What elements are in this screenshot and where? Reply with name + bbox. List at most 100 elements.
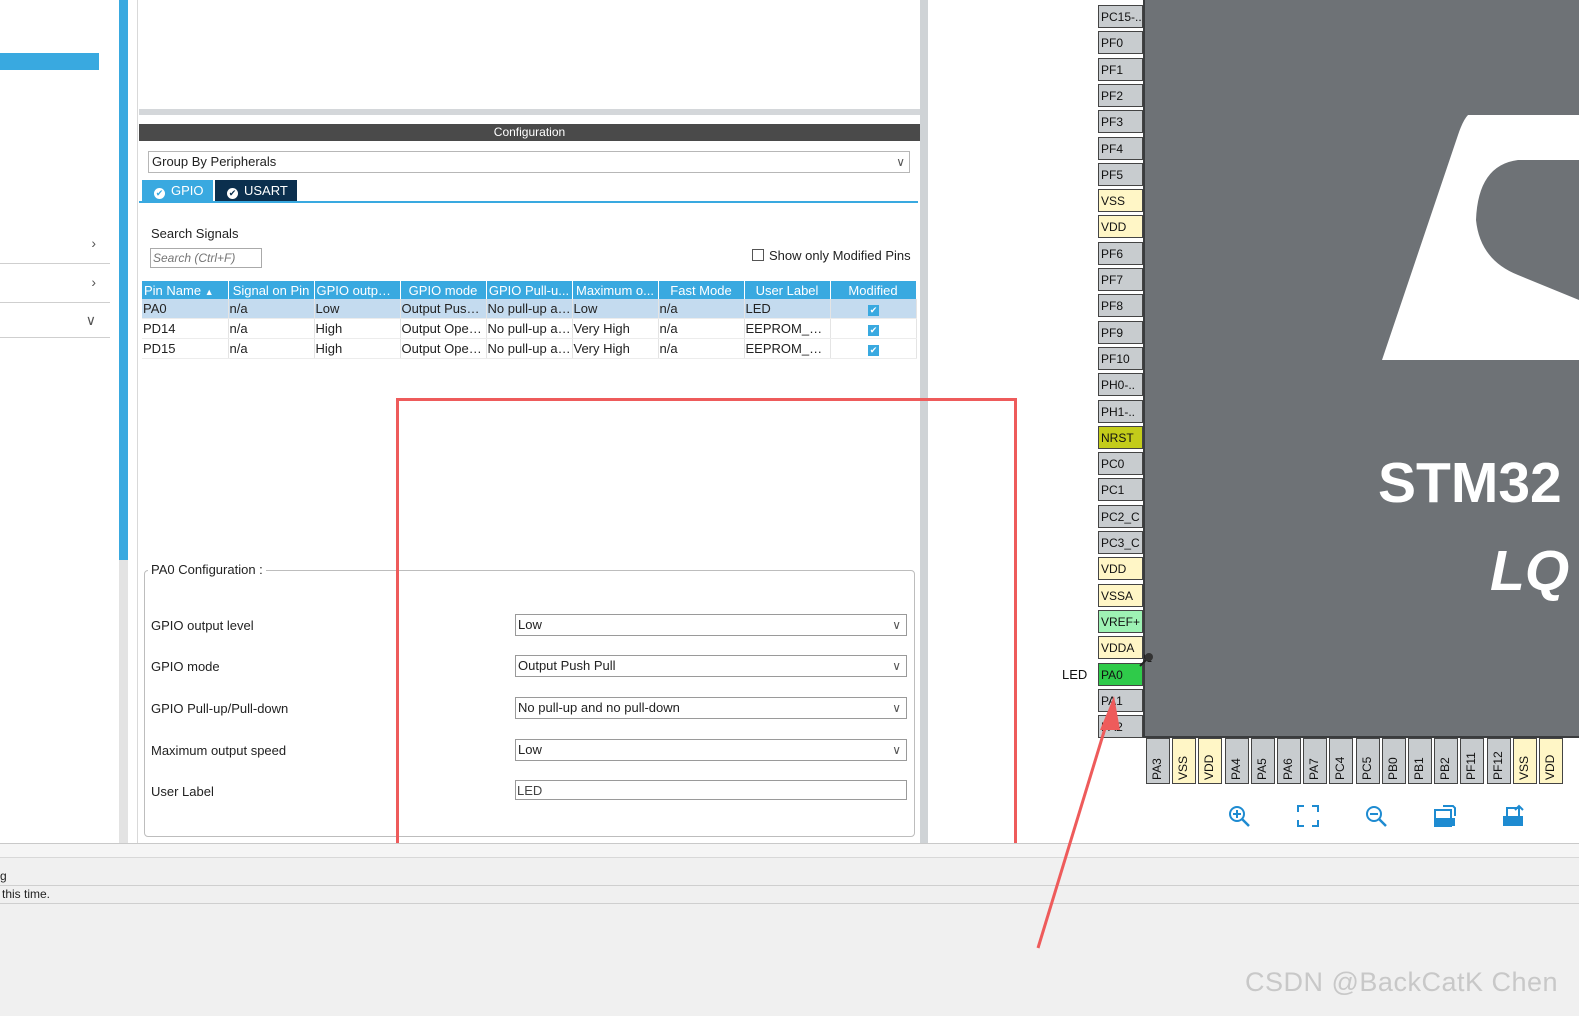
divider: [0, 903, 1579, 904]
chip-pin[interactable]: VDD: [1098, 215, 1143, 239]
chip-pin[interactable]: PC5: [1355, 738, 1380, 784]
chip-pin[interactable]: PF1: [1098, 57, 1143, 81]
chip-pin[interactable]: VDD: [1198, 738, 1223, 784]
show-modified-label: Show only Modified Pins: [769, 248, 911, 263]
chip-pin[interactable]: PF3: [1098, 110, 1143, 134]
table-row[interactable]: PD15 n/a High Output Open Drain No pull-…: [142, 338, 917, 359]
sidebar-category-row[interactable]: ›: [0, 265, 110, 303]
chip-pin[interactable]: PF7: [1098, 268, 1143, 291]
column-header-user-label[interactable]: User Label: [744, 281, 831, 299]
group-by-value: Group By Peripherals: [152, 154, 277, 169]
search-signals-label: Search Signals: [151, 226, 239, 241]
column-header-pin-name[interactable]: Pin Name ▲: [142, 281, 229, 299]
column-header-fast-mode[interactable]: Fast Mode: [658, 281, 745, 299]
chip-pin[interactable]: VSSA: [1098, 583, 1143, 607]
pushpin-icon: [1139, 653, 1153, 667]
chip-pin[interactable]: VSS: [1098, 189, 1143, 213]
sidebar-scrollbar-thumb[interactable]: [119, 0, 128, 560]
sidebar-category-row[interactable]: ›: [0, 226, 110, 264]
tab-usart[interactable]: ✔ USART: [215, 180, 297, 201]
zoom-in-icon[interactable]: [1227, 804, 1251, 828]
chip-pin[interactable]: PA6: [1277, 738, 1301, 784]
sidebar-category-row[interactable]: ∨: [0, 300, 110, 338]
chip-pin[interactable]: VREF+: [1098, 609, 1143, 633]
chip-pin[interactable]: PF9: [1098, 320, 1143, 344]
chip-pin[interactable]: PF2: [1098, 83, 1143, 107]
chip-pin-label: PC4: [1333, 756, 1348, 780]
gpio-mode-label: GPIO mode: [151, 659, 220, 674]
column-header-gpio-pull[interactable]: GPIO Pull-u...: [486, 281, 573, 299]
zoom-out-icon[interactable]: [1364, 804, 1388, 828]
column-header-signal[interactable]: Signal on Pin: [228, 281, 315, 299]
search-signals-input[interactable]: [150, 248, 262, 268]
cell-pull: No pull-up and no pull-down: [486, 299, 573, 319]
chip-pin[interactable]: PA5: [1250, 738, 1275, 784]
cell-modified: ✔: [830, 318, 917, 339]
cell-label: LED: [744, 299, 831, 319]
divider: [0, 885, 1579, 886]
chip-pin[interactable]: PA3: [1146, 738, 1170, 784]
group-by-select[interactable]: Group By Peripherals ∨: [148, 151, 910, 173]
column-header-modified[interactable]: Modified: [830, 281, 917, 299]
chip-pin-label: PA7: [1307, 758, 1322, 780]
chip-pin[interactable]: NRST: [1098, 425, 1143, 449]
chip-pin[interactable]: PA4: [1224, 738, 1249, 784]
cell-speed: Low: [572, 299, 659, 319]
chip-pin[interactable]: PB0: [1381, 738, 1406, 784]
show-modified-pins-checkbox[interactable]: Show only Modified Pins: [752, 248, 911, 263]
tab-label: USART: [244, 183, 288, 198]
check-circle-icon: ✔: [227, 188, 238, 199]
chip-pin[interactable]: PC0: [1098, 452, 1143, 476]
console-line: g: [0, 869, 7, 883]
chip-pin[interactable]: VDD: [1539, 738, 1563, 784]
chip-pin[interactable]: PH1-..: [1098, 399, 1143, 423]
annotation-arrow: [1036, 696, 1120, 949]
chip-pin[interactable]: PH0-..: [1098, 373, 1143, 397]
chip-pin[interactable]: VDD: [1098, 557, 1143, 581]
chip-pin[interactable]: PB2: [1434, 738, 1459, 784]
table-row[interactable]: PA0 n/a Low Output Push Pull No pull-up …: [142, 299, 917, 319]
table-row[interactable]: PD14 n/a High Output Open Drain No pull-…: [142, 318, 917, 339]
chip-pin[interactable]: PF5: [1098, 162, 1143, 186]
column-header-max-speed[interactable]: Maximum o...: [572, 281, 659, 299]
sidebar-scrollbar-track[interactable]: [119, 560, 128, 843]
checkbox-icon: [752, 249, 764, 261]
sidebar-selected-item[interactable]: [0, 53, 99, 70]
chip-pin-label: PB1: [1412, 757, 1426, 780]
chevron-right-icon: ›: [91, 274, 96, 290]
chip-edge: [1143, 0, 1145, 738]
cell-signal: n/a: [228, 318, 315, 339]
chip-pin[interactable]: PC3_C: [1098, 531, 1143, 554]
chip-pin[interactable]: PF4: [1098, 136, 1143, 160]
chip-pin[interactable]: PF0: [1098, 31, 1143, 55]
chip-pin[interactable]: PC1: [1098, 478, 1143, 502]
chip-pin[interactable]: PF8: [1098, 294, 1143, 318]
tab-gpio[interactable]: ✔ GPIO: [142, 180, 213, 201]
gpio-pull-label: GPIO Pull-up/Pull-down: [151, 701, 289, 716]
column-header-gpio-output[interactable]: GPIO output...: [314, 281, 401, 299]
export-icon[interactable]: [1433, 804, 1457, 828]
cell-pull: No pull-up and no pull-down: [486, 318, 573, 339]
chip-pin[interactable]: PF6: [1098, 241, 1143, 265]
rotate-icon[interactable]: [1501, 804, 1525, 828]
chip-pin[interactable]: VSS: [1512, 738, 1537, 784]
cell-modified: ✔: [830, 299, 917, 319]
status-strip: [0, 843, 1579, 857]
column-header-gpio-mode[interactable]: GPIO mode: [400, 281, 487, 299]
chip-pin[interactable]: PC15-..: [1098, 5, 1143, 28]
pin-user-label: LED: [1062, 667, 1088, 682]
chip-pin[interactable]: PB1: [1408, 738, 1432, 784]
chip-pin[interactable]: PF10: [1098, 346, 1143, 370]
chip-pin[interactable]: PC4: [1329, 738, 1354, 784]
chevron-down-icon: ∨: [896, 155, 905, 169]
pin-config-legend: PA0 Configuration :: [148, 562, 266, 577]
chip-pin[interactable]: PF12: [1486, 738, 1511, 784]
chip-pin[interactable]: VSS: [1172, 738, 1197, 784]
cell-output: High: [314, 338, 401, 359]
cell-speed: Very High: [572, 338, 659, 359]
chip-pin[interactable]: PC2_C: [1098, 504, 1143, 528]
fit-screen-icon[interactable]: [1296, 804, 1320, 828]
chip-pin[interactable]: PF11: [1460, 738, 1485, 784]
chip-pin[interactable]: PA7: [1303, 738, 1328, 784]
chip-pin-label: VDD: [1543, 754, 1557, 780]
